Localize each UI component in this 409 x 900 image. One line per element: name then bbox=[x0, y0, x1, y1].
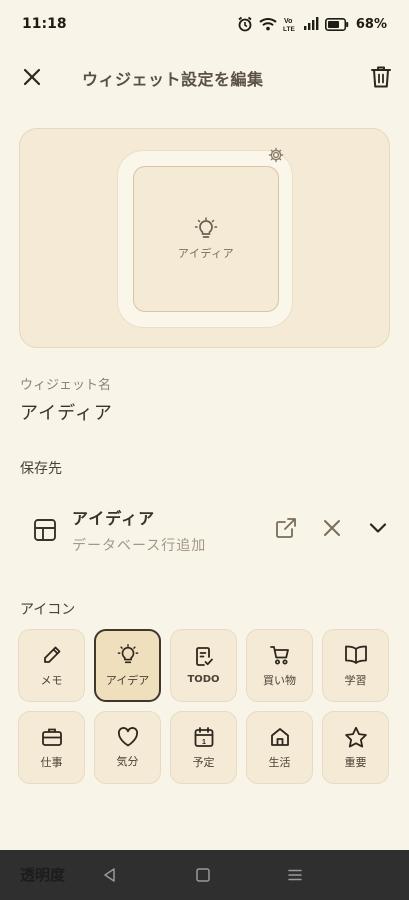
destination-name: アイディア bbox=[72, 509, 156, 528]
nav-menu-button[interactable] bbox=[285, 865, 305, 885]
icon-option-label: 予定 bbox=[192, 755, 215, 769]
menu-icon bbox=[288, 869, 302, 881]
bottom-bar: 透明度 bbox=[0, 850, 409, 900]
icon-section-label: アイコン bbox=[20, 602, 76, 618]
delete-button[interactable] bbox=[369, 65, 393, 89]
external-link-icon bbox=[276, 518, 296, 538]
destination-text: アイディア データベース行追加 bbox=[72, 505, 206, 555]
svg-text:1: 1 bbox=[202, 739, 206, 746]
icon-option-schedule[interactable]: 1 予定 bbox=[170, 711, 237, 784]
wifi-icon bbox=[259, 17, 277, 31]
back-triangle-icon bbox=[104, 868, 115, 882]
nav-home-button[interactable] bbox=[193, 865, 213, 885]
icon-option-label: アイデア bbox=[105, 673, 150, 687]
icon-option-life[interactable]: 生活 bbox=[246, 711, 313, 784]
widget-preview-frame: アイディア bbox=[117, 147, 293, 328]
icon-option-study[interactable]: 学習 bbox=[322, 629, 389, 702]
destination-row[interactable]: アイディア データベース行追加 bbox=[20, 500, 390, 560]
icon-option-idea[interactable]: アイデア bbox=[94, 629, 161, 702]
icon-option-label: 仕事 bbox=[40, 755, 63, 769]
book-icon bbox=[344, 645, 367, 664]
icon-option-important[interactable]: 重要 bbox=[322, 711, 389, 784]
icon-option-label: 気分 bbox=[116, 754, 139, 768]
trash-icon bbox=[371, 66, 391, 88]
widget-name-label: ウィジェット名 bbox=[20, 378, 112, 393]
close-icon bbox=[324, 520, 340, 536]
briefcase-icon bbox=[41, 728, 62, 746]
status-time: 11:18 bbox=[22, 16, 67, 32]
alarm-icon bbox=[237, 16, 253, 32]
widget-preview-label: アイディア bbox=[177, 247, 235, 260]
status-bar: 11:18 Vo LTE 68% bbox=[0, 0, 409, 48]
lightbulb-icon bbox=[117, 643, 138, 663]
clear-destination-button[interactable] bbox=[320, 516, 344, 540]
pencil-icon bbox=[43, 646, 60, 663]
widget-preview[interactable]: アイディア bbox=[133, 166, 279, 312]
icon-option-label: 買い物 bbox=[263, 673, 296, 687]
svg-text:Vo: Vo bbox=[284, 18, 292, 25]
chevron-down-icon bbox=[369, 523, 387, 533]
widget-name-field[interactable]: アイディア bbox=[20, 399, 113, 425]
gear-icon bbox=[268, 147, 284, 163]
icon-grid: メモ アイデア TODO 買い物 学習 仕事 気分 1 予定 生活 重要 bbox=[18, 629, 391, 784]
square-icon bbox=[196, 868, 210, 882]
transparency-label[interactable]: 透明度 bbox=[20, 864, 65, 885]
icon-option-label: メモ bbox=[40, 673, 63, 687]
close-button[interactable] bbox=[20, 65, 44, 89]
app-bar: ウィジェット設定を編集 bbox=[0, 52, 409, 102]
battery-percent: 68% bbox=[355, 16, 387, 32]
svg-text:LTE: LTE bbox=[283, 26, 295, 32]
icon-option-label: 生活 bbox=[268, 755, 291, 769]
close-icon bbox=[23, 68, 41, 86]
lightbulb-icon bbox=[194, 217, 218, 238]
todo-icon bbox=[195, 647, 213, 666]
icon-option-memo[interactable]: メモ bbox=[18, 629, 85, 702]
destination-action: データベース行追加 bbox=[72, 538, 207, 554]
table-icon bbox=[20, 518, 72, 542]
battery-icon bbox=[324, 17, 349, 31]
page-title: ウィジェット設定を編集 bbox=[82, 70, 264, 89]
cart-icon bbox=[269, 645, 289, 665]
icon-option-label: 学習 bbox=[344, 673, 367, 687]
icon-option-mood[interactable]: 気分 bbox=[94, 711, 161, 784]
widget-preview-card: アイディア bbox=[19, 128, 390, 348]
heart-icon bbox=[117, 726, 138, 746]
icon-option-todo[interactable]: TODO bbox=[170, 629, 237, 702]
widget-settings-button[interactable] bbox=[268, 147, 284, 167]
star-icon bbox=[344, 726, 367, 747]
destination-label: 保存先 bbox=[20, 461, 62, 477]
status-icons: Vo LTE 68% bbox=[237, 16, 387, 32]
icon-option-shopping[interactable]: 買い物 bbox=[246, 629, 313, 702]
icon-option-label: TODO bbox=[187, 674, 220, 685]
calendar-icon: 1 bbox=[194, 726, 213, 747]
open-external-button[interactable] bbox=[274, 516, 298, 540]
nav-back-button[interactable] bbox=[100, 865, 120, 885]
icon-option-work[interactable]: 仕事 bbox=[18, 711, 85, 784]
signal-icon bbox=[303, 17, 319, 31]
destination-actions bbox=[252, 516, 390, 540]
volte-icon: Vo LTE bbox=[283, 16, 297, 32]
icon-option-label: 重要 bbox=[344, 755, 367, 769]
home-icon bbox=[270, 727, 289, 746]
destination-dropdown-button[interactable] bbox=[366, 516, 390, 540]
